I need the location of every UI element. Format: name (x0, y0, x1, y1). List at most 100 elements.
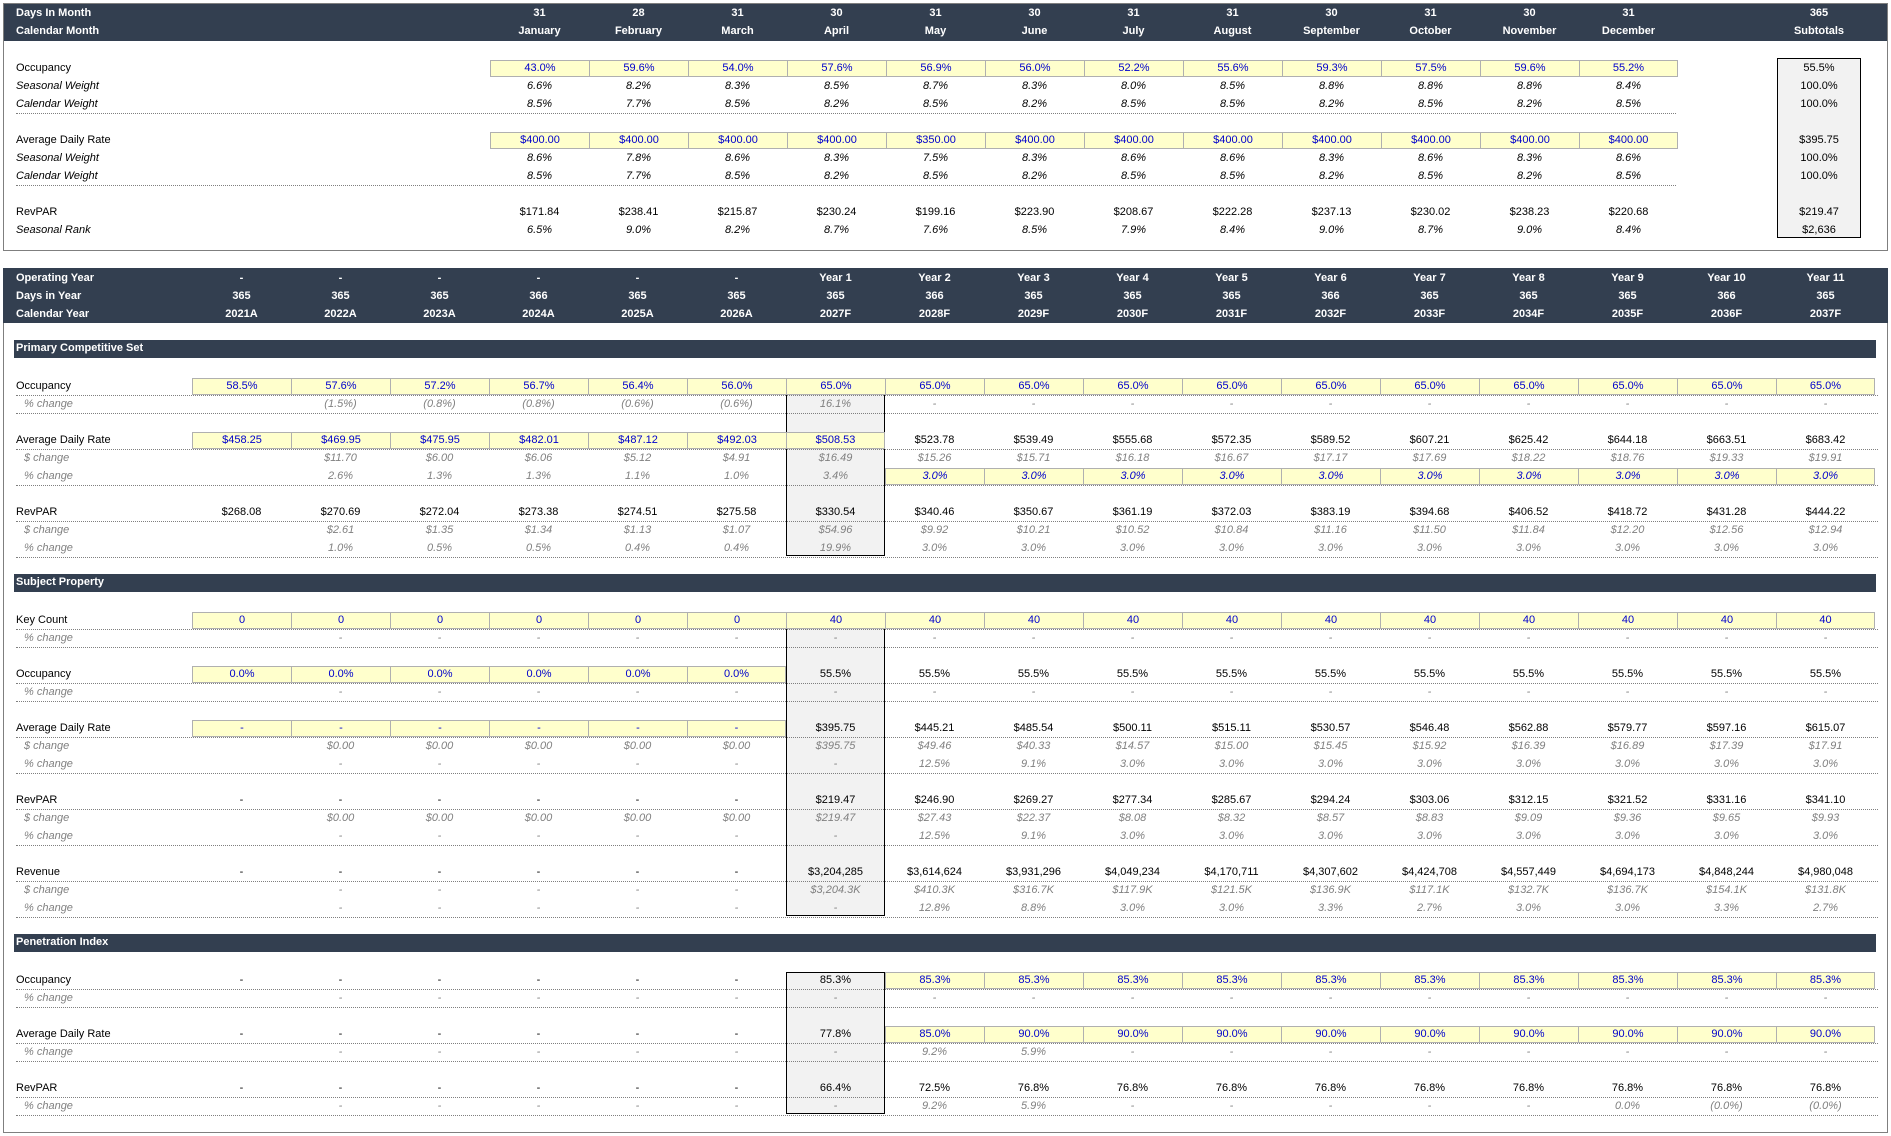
input-cell[interactable]: 0.0% (291, 666, 390, 683)
input-cell[interactable]: 85.3% (1182, 972, 1281, 989)
input-cell[interactable]: 65.0% (1776, 378, 1875, 395)
input-cell[interactable]: 3.0% (885, 468, 984, 485)
input-cell[interactable]: 0 (588, 612, 687, 629)
input-cell[interactable]: 90.0% (1578, 1026, 1677, 1043)
monthly-input-cell[interactable]: 57.5% (1381, 60, 1480, 77)
input-cell[interactable]: 65.0% (786, 378, 885, 395)
input-cell[interactable]: $508.53 (786, 432, 885, 449)
input-cell[interactable]: $482.01 (489, 432, 588, 449)
input-cell[interactable]: 56.0% (687, 378, 786, 395)
input-cell[interactable]: - (291, 720, 390, 737)
input-cell[interactable]: 85.3% (885, 972, 984, 989)
monthly-input-cell[interactable]: 43.0% (490, 60, 589, 77)
input-cell[interactable]: 85.3% (1479, 972, 1578, 989)
input-cell[interactable]: 40 (1083, 612, 1182, 629)
input-cell[interactable]: 90.0% (1281, 1026, 1380, 1043)
input-cell[interactable]: 3.0% (1677, 468, 1776, 485)
input-cell[interactable]: 90.0% (1083, 1026, 1182, 1043)
input-cell[interactable]: 40 (984, 612, 1083, 629)
monthly-input-cell[interactable]: 55.6% (1183, 60, 1282, 77)
input-cell[interactable]: 85.3% (984, 972, 1083, 989)
input-cell[interactable]: 0 (291, 612, 390, 629)
input-cell[interactable]: 57.6% (291, 378, 390, 395)
input-cell[interactable]: 0.0% (588, 666, 687, 683)
input-cell[interactable]: 65.0% (1677, 378, 1776, 395)
monthly-input-cell[interactable]: 56.0% (985, 60, 1084, 77)
monthly-input-cell[interactable]: 52.2% (1084, 60, 1183, 77)
input-cell[interactable]: 40 (1578, 612, 1677, 629)
input-cell[interactable]: 65.0% (1281, 378, 1380, 395)
input-cell[interactable]: 56.7% (489, 378, 588, 395)
input-cell[interactable]: 85.3% (1677, 972, 1776, 989)
input-cell[interactable]: - (489, 720, 588, 737)
input-cell[interactable]: 57.2% (390, 378, 489, 395)
input-cell[interactable]: 90.0% (984, 1026, 1083, 1043)
input-cell[interactable]: 3.0% (1578, 468, 1677, 485)
monthly-input-cell[interactable]: 59.3% (1282, 60, 1381, 77)
monthly-input-cell[interactable]: 59.6% (1480, 60, 1579, 77)
input-cell[interactable]: 58.5% (192, 378, 291, 395)
input-cell[interactable]: 65.0% (1479, 378, 1578, 395)
input-cell[interactable]: 0 (687, 612, 786, 629)
input-cell[interactable]: 65.0% (1182, 378, 1281, 395)
input-cell[interactable]: 40 (1776, 612, 1875, 629)
input-cell[interactable]: $475.95 (390, 432, 489, 449)
input-cell[interactable]: - (588, 720, 687, 737)
input-cell[interactable]: 85.3% (1776, 972, 1875, 989)
input-cell[interactable]: 85.3% (1281, 972, 1380, 989)
input-cell[interactable]: 56.4% (588, 378, 687, 395)
input-cell[interactable]: 3.0% (1380, 468, 1479, 485)
monthly-input-cell[interactable]: $400.00 (985, 132, 1084, 149)
input-cell[interactable]: 3.0% (1479, 468, 1578, 485)
input-cell[interactable]: 90.0% (1182, 1026, 1281, 1043)
input-cell[interactable]: 0.0% (489, 666, 588, 683)
input-cell[interactable]: 90.0% (1776, 1026, 1875, 1043)
monthly-input-cell[interactable]: 56.9% (886, 60, 985, 77)
input-cell[interactable]: - (687, 720, 786, 737)
monthly-input-cell[interactable]: $400.00 (1183, 132, 1282, 149)
input-cell[interactable]: 90.0% (1380, 1026, 1479, 1043)
input-cell[interactable]: 3.0% (1776, 468, 1875, 485)
input-cell[interactable]: 40 (1479, 612, 1578, 629)
monthly-input-cell[interactable]: 55.2% (1579, 60, 1678, 77)
input-cell[interactable]: 3.0% (1281, 468, 1380, 485)
input-cell[interactable]: 85.0% (885, 1026, 984, 1043)
monthly-input-cell[interactable]: $400.00 (1579, 132, 1678, 149)
input-cell[interactable]: $458.25 (192, 432, 291, 449)
input-cell[interactable]: 3.0% (1083, 468, 1182, 485)
monthly-input-cell[interactable]: $400.00 (688, 132, 787, 149)
input-cell[interactable]: 40 (1281, 612, 1380, 629)
input-cell[interactable]: 85.3% (1083, 972, 1182, 989)
input-cell[interactable]: $469.95 (291, 432, 390, 449)
input-cell[interactable]: 0.0% (687, 666, 786, 683)
input-cell[interactable]: 85.3% (1578, 972, 1677, 989)
input-cell[interactable]: 65.0% (1578, 378, 1677, 395)
input-cell[interactable]: $487.12 (588, 432, 687, 449)
monthly-input-cell[interactable]: $400.00 (1480, 132, 1579, 149)
monthly-input-cell[interactable]: $400.00 (589, 132, 688, 149)
input-cell[interactable]: 90.0% (1677, 1026, 1776, 1043)
input-cell[interactable]: 65.0% (885, 378, 984, 395)
monthly-input-cell[interactable]: $400.00 (1381, 132, 1480, 149)
input-cell[interactable]: 90.0% (1479, 1026, 1578, 1043)
input-cell[interactable]: - (390, 720, 489, 737)
input-cell[interactable]: 0 (192, 612, 291, 629)
monthly-input-cell[interactable]: 59.6% (589, 60, 688, 77)
input-cell[interactable]: 3.0% (1182, 468, 1281, 485)
input-cell[interactable]: 65.0% (984, 378, 1083, 395)
input-cell[interactable]: 65.0% (1380, 378, 1479, 395)
monthly-input-cell[interactable]: $400.00 (787, 132, 886, 149)
input-cell[interactable]: 0.0% (390, 666, 489, 683)
monthly-input-cell[interactable]: 54.0% (688, 60, 787, 77)
input-cell[interactable]: - (192, 720, 291, 737)
input-cell[interactable]: $492.03 (687, 432, 786, 449)
input-cell[interactable]: 40 (786, 612, 885, 629)
input-cell[interactable]: 40 (885, 612, 984, 629)
monthly-input-cell[interactable]: $400.00 (1084, 132, 1183, 149)
input-cell[interactable]: 40 (1677, 612, 1776, 629)
monthly-input-cell[interactable]: 57.6% (787, 60, 886, 77)
input-cell[interactable]: 40 (1182, 612, 1281, 629)
monthly-input-cell[interactable]: $400.00 (1282, 132, 1381, 149)
input-cell[interactable]: 85.3% (1380, 972, 1479, 989)
input-cell[interactable]: 0 (390, 612, 489, 629)
